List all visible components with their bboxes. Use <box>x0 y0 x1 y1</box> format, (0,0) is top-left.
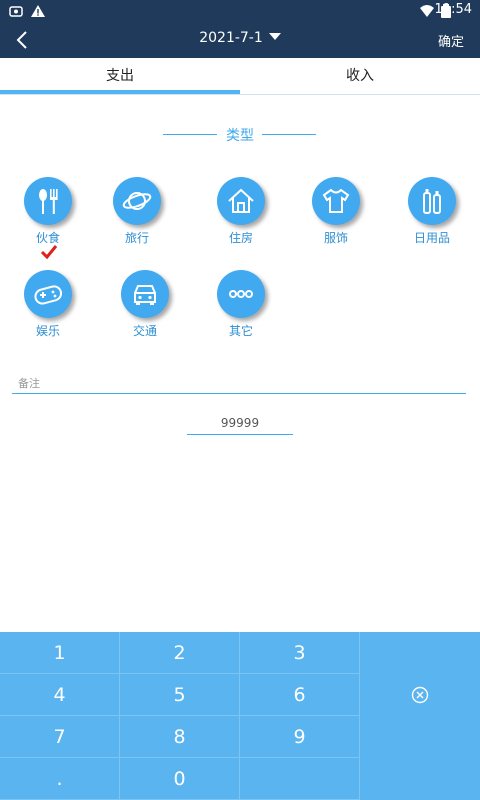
camera-notification-icon <box>9 6 23 17</box>
amount-display[interactable]: 99999 <box>187 416 293 430</box>
tshirt-icon <box>312 177 360 225</box>
category-label: 住房 <box>228 231 253 245</box>
key-8[interactable]: 8 <box>120 716 240 758</box>
key-1[interactable]: 1 <box>0 632 120 674</box>
category-label: 服饰 <box>323 231 348 245</box>
status-time: 11:54 <box>434 2 472 17</box>
category-food[interactable]: 伙食 <box>13 177 83 246</box>
category-travel[interactable]: 旅行 <box>102 177 172 246</box>
numeric-keypad: 1 2 3 4 5 6 7 8 9 . 0 <box>0 632 480 800</box>
category-label: 娱乐 <box>35 324 60 338</box>
tab-indicator <box>0 90 240 94</box>
wifi-icon <box>420 5 434 17</box>
note-underline <box>12 393 466 394</box>
category-daily-goods[interactable]: 日用品 <box>397 177 467 246</box>
warning-icon <box>31 5 45 17</box>
date-title: 2021-7-1 <box>199 30 263 46</box>
selected-check-icon <box>40 245 58 260</box>
delete-key[interactable] <box>360 632 480 800</box>
divider-right <box>262 134 316 135</box>
toolbar: 2021-7-1 确定 <box>0 22 480 58</box>
category-label: 其它 <box>228 324 253 338</box>
gamepad-icon <box>24 270 72 318</box>
category-entertainment[interactable]: 娱乐 <box>13 270 83 339</box>
confirm-button[interactable]: 确定 <box>438 31 464 50</box>
key-6[interactable]: 6 <box>240 674 360 716</box>
key-0[interactable]: 0 <box>120 758 240 800</box>
tab-expense[interactable]: 支出 <box>0 58 240 94</box>
dropdown-caret-icon <box>268 33 281 40</box>
key-9[interactable]: 9 <box>240 716 360 758</box>
category-transport[interactable]: 交通 <box>110 270 180 339</box>
note-input[interactable]: 备注 <box>18 375 40 391</box>
cutlery-icon <box>24 177 72 225</box>
key-blank <box>240 758 360 800</box>
tab-income[interactable]: 收入 <box>240 58 480 94</box>
clear-circle-icon <box>411 686 429 704</box>
category-housing[interactable]: 住房 <box>206 177 276 246</box>
car-icon <box>121 270 169 318</box>
key-dot[interactable]: . <box>0 758 120 800</box>
amount-underline <box>187 434 293 435</box>
key-7[interactable]: 7 <box>0 716 120 758</box>
section-title: 类型 <box>226 128 254 144</box>
key-5[interactable]: 5 <box>120 674 240 716</box>
key-2[interactable]: 2 <box>120 632 240 674</box>
key-4[interactable]: 4 <box>0 674 120 716</box>
bottles-icon <box>408 177 456 225</box>
category-label: 旅行 <box>124 231 149 245</box>
key-3[interactable]: 3 <box>240 632 360 674</box>
more-dots-icon <box>217 270 265 318</box>
status-bar: 11:54 <box>0 0 480 22</box>
category-other[interactable]: 其它 <box>206 270 276 339</box>
house-icon <box>217 177 265 225</box>
category-label: 日用品 <box>413 231 450 245</box>
category-clothing[interactable]: 服饰 <box>301 177 371 246</box>
category-label: 交通 <box>132 324 157 338</box>
planet-icon <box>113 177 161 225</box>
date-selector[interactable]: 2021-7-1 <box>0 30 480 46</box>
